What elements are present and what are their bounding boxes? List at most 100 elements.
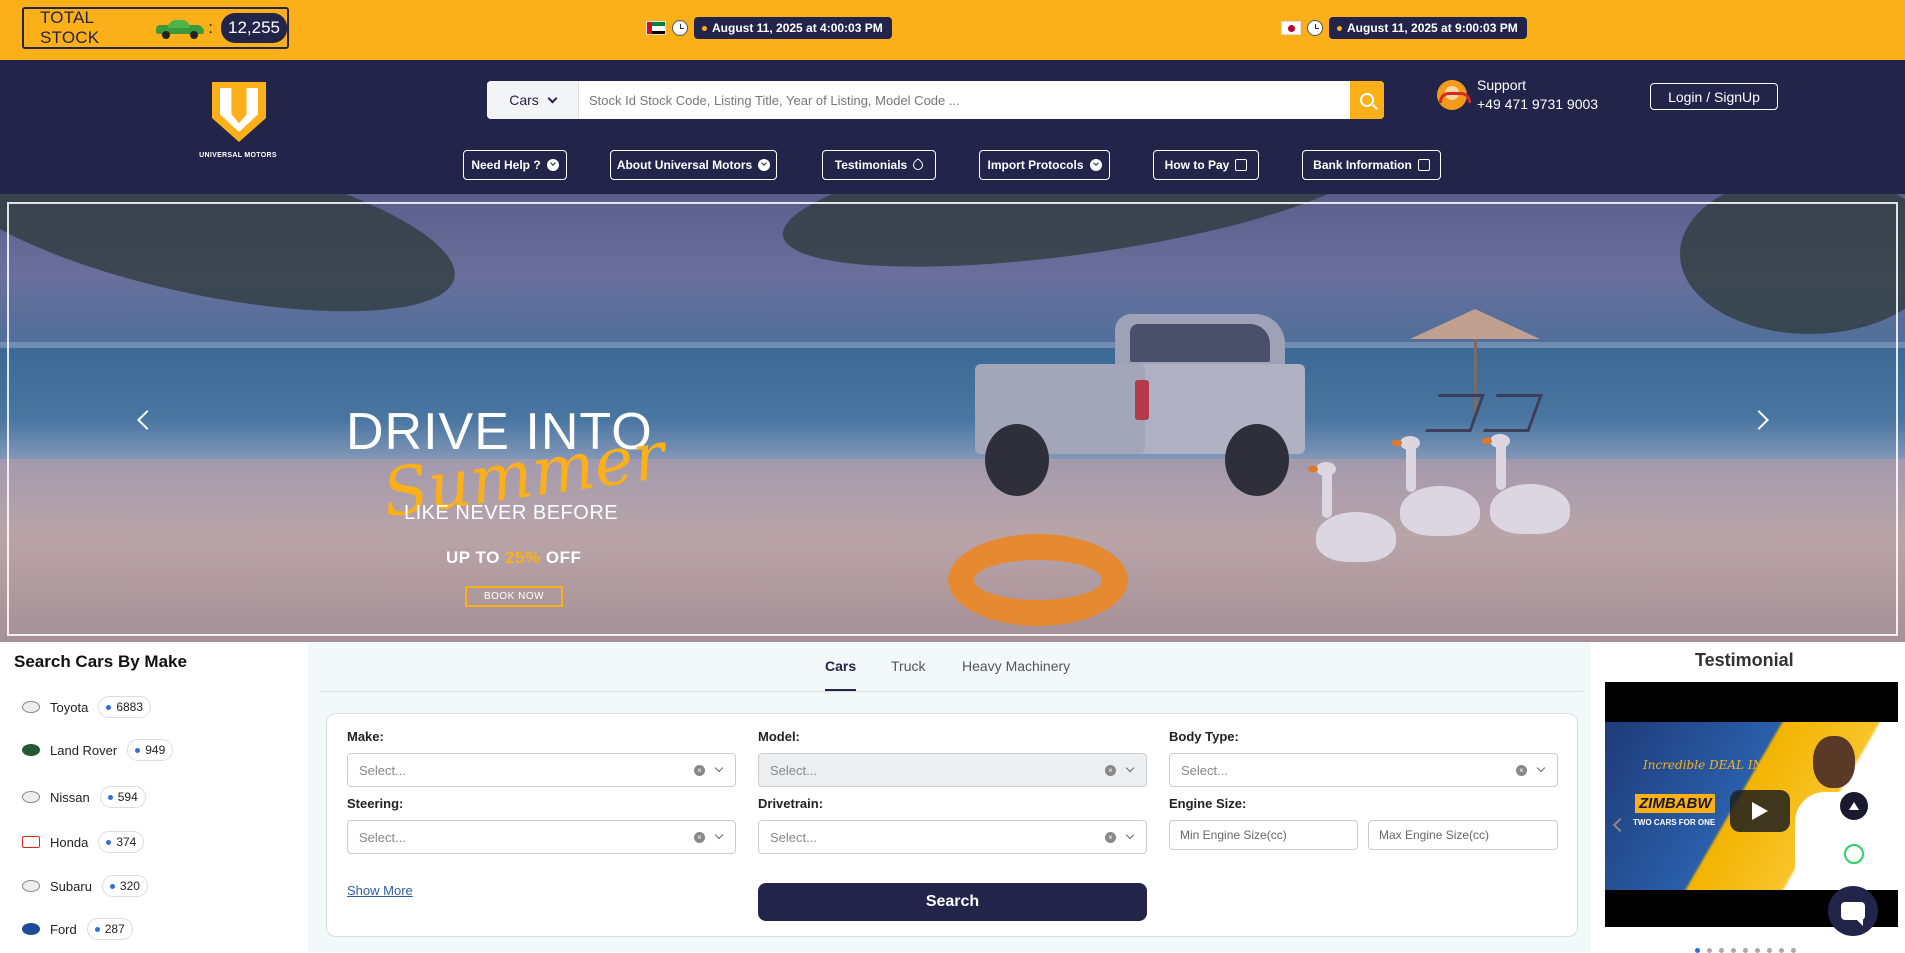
make-count: 320: [119, 879, 140, 893]
steering-label: Steering:: [347, 796, 404, 811]
min-engine-input[interactable]: Min Engine Size(cc): [1169, 820, 1358, 850]
chevron-down-icon: [547, 93, 558, 103]
search-bar: Cars: [487, 81, 1384, 119]
arrow-up-icon: [1849, 802, 1859, 810]
uae-clock: August 11, 2025 at 4:00:03 PM: [646, 17, 892, 39]
site-logo[interactable]: UNIVERSAL MOTORS: [198, 82, 278, 164]
make-item-honda[interactable]: Honda 374: [22, 831, 145, 853]
honda-logo-icon: [22, 836, 40, 848]
drivetrain-select[interactable]: Select... ×: [758, 820, 1147, 854]
nav-need-help[interactable]: Need Help ?: [463, 150, 567, 180]
nav-testimonials[interactable]: Testimonials: [822, 150, 936, 180]
tab-heavy-machinery[interactable]: Heavy Machinery: [962, 658, 1070, 674]
thumb-line2: ZIMBABW: [1635, 794, 1716, 813]
stock-colon: :: [208, 18, 213, 37]
offer-suffix: OFF: [545, 548, 582, 567]
make-name: Toyota: [50, 699, 89, 715]
subaru-logo-icon: [22, 880, 40, 892]
make-name: Honda: [50, 834, 89, 850]
clear-icon[interactable]: ×: [694, 765, 705, 776]
max-engine-input[interactable]: Max Engine Size(cc): [1368, 820, 1558, 850]
search-submit-button[interactable]: Search: [758, 883, 1147, 921]
logo-text: UNIVERSAL MOTORS: [199, 152, 277, 159]
nav-import-protocols-label: Import Protocols: [987, 158, 1084, 172]
carousel-dot[interactable]: [1767, 948, 1772, 953]
clear-icon[interactable]: ×: [694, 832, 705, 843]
support-block[interactable]: Support +49 471 9731 9003: [1437, 77, 1598, 112]
chevron-down-icon: [714, 763, 724, 773]
chevron-down-icon: [1089, 159, 1102, 171]
nav-about[interactable]: About Universal Motors: [610, 150, 777, 180]
make-count-badge: 287: [86, 918, 133, 940]
show-more-link[interactable]: Show More: [347, 883, 413, 898]
search-button[interactable]: [1350, 81, 1384, 119]
nav-import-protocols[interactable]: Import Protocols: [979, 150, 1110, 180]
make-name: Nissan: [50, 789, 90, 805]
carousel-dot[interactable]: [1743, 948, 1748, 953]
make-count: 949: [145, 743, 166, 757]
carousel-dot[interactable]: [1707, 948, 1712, 953]
carousel-dot[interactable]: [1695, 948, 1700, 953]
nav-bank-information[interactable]: Bank Information: [1302, 150, 1441, 180]
make-count: 594: [117, 790, 138, 804]
heart-icon: [911, 157, 926, 173]
login-signup-button[interactable]: Login / SignUp: [1650, 83, 1778, 110]
clear-icon[interactable]: ×: [1105, 765, 1116, 776]
body-type-select-value: Select...: [1181, 762, 1228, 778]
book-now-button[interactable]: BOOK NOW: [465, 586, 563, 607]
live-chat-button[interactable]: [1828, 886, 1878, 936]
carousel-dot[interactable]: [1791, 948, 1796, 953]
hero-frame: [7, 202, 1898, 636]
scroll-to-top-button[interactable]: [1838, 790, 1870, 822]
make-item-toyota[interactable]: Toyota 6883: [22, 696, 152, 718]
uae-flag-icon: [646, 21, 666, 35]
carousel-dots: [1695, 948, 1796, 953]
japan-clock: August 11, 2025 at 9:00:03 PM: [1281, 17, 1527, 39]
search-by-make-title: Search Cars By Make: [14, 652, 187, 671]
ford-logo-icon: [22, 923, 40, 935]
car-icon: [154, 18, 204, 39]
whatsapp-button[interactable]: [1838, 838, 1870, 870]
thumb-line1: Incredible DEAL IN: [1643, 758, 1764, 772]
chevron-down-icon: [1125, 763, 1135, 773]
nav-how-to-pay[interactable]: How to Pay: [1153, 150, 1259, 180]
carousel-dot[interactable]: [1779, 948, 1784, 953]
steering-select[interactable]: Select... ×: [347, 820, 736, 854]
tab-truck[interactable]: Truck: [891, 658, 925, 674]
play-button[interactable]: [1730, 790, 1790, 832]
nav-testimonials-label: Testimonials: [834, 158, 908, 172]
make-item-ford[interactable]: Ford 287: [22, 918, 133, 940]
make-count-badge: 949: [127, 739, 174, 761]
drivetrain-label: Drivetrain:: [758, 796, 824, 811]
make-select[interactable]: Select... ×: [347, 753, 736, 787]
body-type-select[interactable]: Select... ×: [1169, 753, 1558, 787]
hero-banner[interactable]: DRIVE INTO Summer LIKE NEVER BEFORE UP T…: [0, 194, 1905, 642]
clear-icon[interactable]: ×: [1105, 832, 1116, 843]
search-input[interactable]: [579, 81, 1350, 119]
offer-prefix: UP TO: [446, 548, 500, 567]
drivetrain-select-value: Select...: [770, 829, 817, 845]
carousel-dot[interactable]: [1719, 948, 1724, 953]
make-count: 6883: [116, 700, 144, 714]
carousel-dot[interactable]: [1731, 948, 1736, 953]
make-item-land-rover[interactable]: Land Rover 949: [22, 739, 174, 761]
make-count-badge: 6883: [98, 696, 152, 718]
make-select-value: Select...: [359, 762, 406, 778]
carousel-dot[interactable]: [1755, 948, 1760, 953]
tab-cars[interactable]: Cars: [825, 658, 857, 691]
toyota-logo-icon: [22, 701, 40, 713]
thumb-line3: TWO CARS FOR ONE: [1633, 818, 1716, 827]
search-category-select[interactable]: Cars: [487, 81, 579, 119]
make-item-nissan[interactable]: Nissan 594: [22, 786, 146, 808]
make-name: Ford: [50, 921, 77, 937]
steering-select-value: Select...: [359, 829, 406, 845]
make-count: 287: [104, 922, 125, 936]
make-item-subaru[interactable]: Subaru 320: [22, 875, 148, 897]
main-header: UNIVERSAL MOTORS Cars Support +49 471 97…: [0, 60, 1905, 194]
make-count-badge: 320: [101, 875, 148, 897]
clear-icon[interactable]: ×: [1516, 765, 1527, 776]
japan-time-pill: August 11, 2025 at 9:00:03 PM: [1329, 17, 1527, 39]
make-name: Subaru: [50, 878, 92, 894]
uae-time: August 11, 2025 at 4:00:03 PM: [712, 21, 883, 35]
model-select[interactable]: Select... ×: [758, 753, 1147, 787]
